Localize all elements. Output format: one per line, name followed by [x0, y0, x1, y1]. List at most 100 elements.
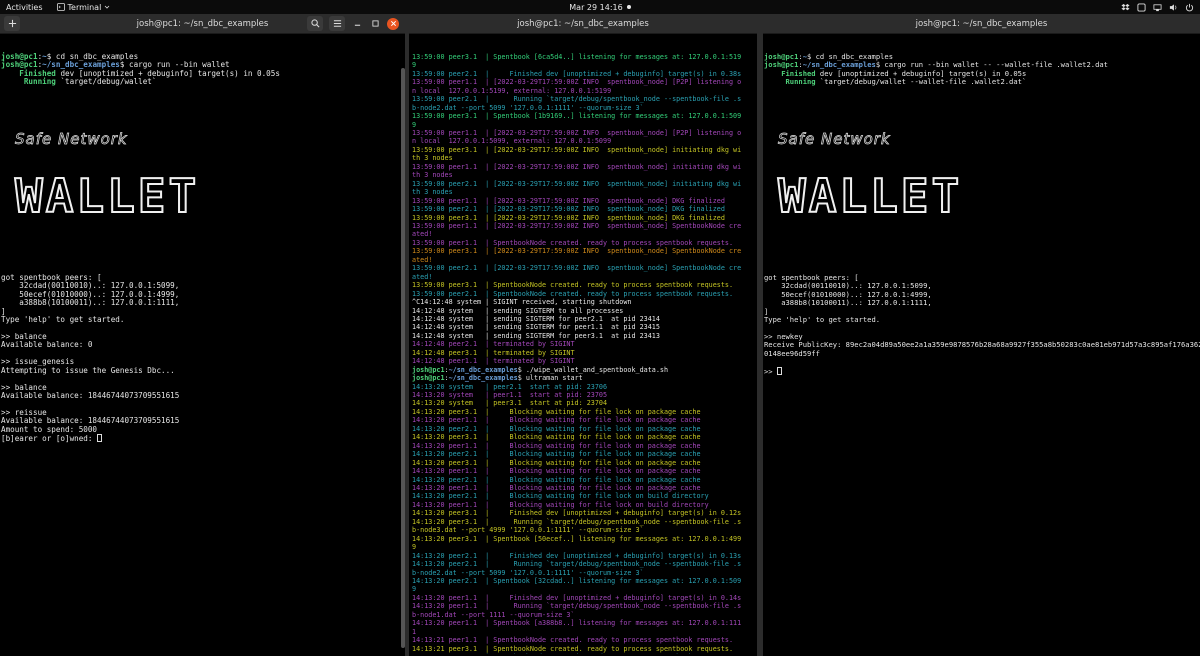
maximize-button[interactable] [369, 18, 381, 30]
terminal-text: 13:59:00 peer3.1 | [2022-03-29T17:59:00Z… [412, 213, 725, 222]
terminal-line: Amount to spend: 5000 [1, 424, 405, 434]
terminal-text: 14:13:20 system | peer3.1 start at pid: … [412, 399, 608, 408]
terminal-line: 14:13:20 peer2.1 | Blocking waiting for … [412, 476, 757, 484]
terminal-line: 14:13:20 peer1.1 | Blocking waiting for … [412, 501, 757, 509]
search-icon [310, 19, 319, 28]
terminal-text: Running [764, 77, 816, 87]
terminal-line: Running `target/debug/wallet --wallet-fi… [764, 78, 1200, 86]
terminal-window-left[interactable]: josh@pc1: ~/sn_dbc_examples josh@pc1:~$ … [0, 14, 405, 656]
terminal-line: 13:59:00 peer2.1 | [2022-03-29T17:59:00Z… [412, 180, 757, 188]
terminal-line: 13:59:00 peer3.1 | [2022-03-29T17:59:00Z… [412, 146, 757, 154]
terminal-text: Type 'help' to get started. [1, 314, 125, 324]
text-cursor [776, 366, 782, 375]
terminal-text: >> [764, 366, 777, 376]
terminal-text: a388b8(10100011)..: 127.0.0.1:1111, [1, 298, 180, 308]
terminal-line: b-node3.dat --port 4999 '127.0.0.1:1111'… [412, 526, 757, 534]
terminal-text: 14:13:21 peer1.1 | SpentbookNode created… [412, 636, 734, 645]
terminal-line: 13:59:00 peer3.1 | SpentbookNode created… [412, 281, 757, 289]
terminal-line: n local 127.0.0.1:5199, external: 127.0.… [412, 87, 757, 95]
terminal-line: josh@pc1:~/sn_dbc_examples$ ultraman sta… [412, 374, 757, 382]
terminal-line: 14:13:20 peer1.1 | Blocking waiting for … [412, 484, 757, 492]
terminal-text: Running [1, 77, 56, 87]
terminal-line: 1 [412, 628, 757, 636]
search-button[interactable] [307, 16, 323, 31]
chevron-down-icon [105, 5, 110, 9]
terminal-text: 14:13:20 peer3.1 | Spentbook [50ecef..] … [412, 534, 742, 543]
terminal-line: 14:13:20 peer3.1 | Blocking waiting for … [412, 433, 757, 441]
terminal-line: 14:13:20 peer3.1 | Finished dev [unoptim… [412, 509, 757, 517]
menu-button[interactable] [329, 16, 345, 31]
terminal-line: th 3 nodes [412, 188, 757, 196]
terminal-text: `target/debug/wallet --wallet-file .wall… [815, 77, 1027, 87]
terminal-line: 14:13:20 peer3.1 | Blocking waiting for … [412, 459, 757, 467]
terminal-line: 13:59:00 peer2.1 | [2022-03-29T17:59:00Z… [412, 264, 757, 272]
terminal-text: $ ./wipe_wallet_and_spentbook_data.sh [517, 365, 669, 374]
terminal-line: 13:59:00 peer1.1 | [2022-03-29T17:59:00Z… [412, 197, 757, 205]
terminal-text: 14:13:20 peer2.1 | Finished dev [unoptim… [412, 551, 742, 560]
terminal-line: 13:59:00 peer2.1 | Running `target/debug… [412, 95, 757, 103]
titlebar-middle[interactable]: josh@pc1: ~/sn_dbc_examples [409, 14, 757, 34]
terminal-text: 13:59:00 peer1.1 | [2022-03-29T17:59:00Z… [412, 221, 742, 230]
terminal-line: ated! [412, 273, 757, 281]
terminal-text: Amount to spend: 5000 [1, 424, 98, 434]
terminal-window-middle[interactable]: josh@pc1: ~/sn_dbc_examples 13:59:00 pee… [409, 14, 757, 656]
new-tab-button[interactable] [4, 16, 20, 31]
activities-button[interactable]: Activities [6, 3, 43, 12]
terminal-line: 14:13:20 system | peer3.1 start at pid: … [412, 399, 757, 407]
terminal-line: a388b8(10100011)..: 127.0.0.1:1111, [764, 298, 1200, 308]
terminal-text: 14:13:20 peer2.1 | Spentbook [32cdad..] … [412, 577, 742, 585]
terminal-text: 14:13:20 peer1.1 | Blocking waiting for … [412, 441, 701, 450]
terminal-output-right[interactable]: josh@pc1:~$ cd sn_dbc_examples josh@pc1:~… [763, 34, 1200, 654]
titlebar-left[interactable]: josh@pc1: ~/sn_dbc_examples [0, 14, 405, 34]
app-indicator-icon[interactable] [1137, 2, 1146, 12]
terminal-line: 13:59:00 peer2.1 | SpentbookNode created… [412, 290, 757, 298]
terminal-line: ^C14:12:48 system | SIGINT received, sta… [412, 298, 757, 306]
terminal-text: 14:12:48 system | sending SIGTERM for pe… [412, 314, 660, 323]
terminal-line: 13:59:00 peer2.1 | [2022-03-29T17:59:00Z… [412, 205, 757, 213]
maximize-icon [371, 20, 379, 27]
volume-icon[interactable] [1169, 3, 1178, 12]
app-menu[interactable]: Terminal [56, 3, 111, 12]
terminal-text: 13:59:00 peer1.1 | [2022-03-29T17:59:00Z… [412, 78, 742, 87]
terminal-line: Attempting to issue the Genesis Dbc... [1, 366, 405, 375]
terminal-line: Available balance: 0 [1, 341, 405, 349]
terminal-output-middle[interactable]: 13:59:00 peer3.1 | Spentbook [6ca5d4..] … [409, 34, 757, 654]
close-button[interactable] [387, 17, 399, 30]
terminal-text: 14:13:20 system | peer2.1 start at pid: … [412, 382, 608, 391]
clock[interactable]: Mar 29 14:16 [569, 3, 631, 12]
terminal-text: a388b8(10100011)..: 127.0.0.1:1111, [764, 298, 932, 308]
terminal-line: 14:13:20 peer1.1 | Spentbook [a388b8..] … [412, 619, 757, 627]
terminal-line: 13:59:00 peer3.1 | [2022-03-29T17:59:00Z… [412, 214, 757, 222]
terminal-text: 14:13:20 peer1.1 | Finished dev [unoptim… [412, 593, 742, 602]
terminal-text: th 3 nodes [412, 171, 453, 180]
power-icon[interactable] [1185, 3, 1194, 12]
terminal-line: josh@pc1:~/sn_dbc_examples$ ./wipe_walle… [412, 366, 757, 374]
terminal-line: th 3 nodes [412, 171, 757, 179]
terminal-text: ated! [412, 272, 433, 281]
terminal-text: 14:13:20 peer1.1 | Blocking waiting for … [412, 500, 709, 509]
terminal-text: josh@pc1 [412, 374, 445, 383]
terminal-text: 14:13:20 peer1.1 | Spentbook [a388b8..] … [412, 619, 742, 628]
terminal-line: 14:13:20 peer1.1 | Blocking waiting for … [412, 416, 757, 424]
system-tray[interactable] [1121, 0, 1194, 14]
terminal-text: 14:13:20 peer3.1 | Running `target/debug… [412, 517, 742, 526]
network-icon[interactable] [1153, 3, 1162, 12]
terminal-line: 14:13:20 system | peer1.1 start at pid: … [412, 391, 757, 399]
minimize-button[interactable] [351, 18, 363, 30]
titlebar-right[interactable]: josh@pc1: ~/sn_dbc_examples [763, 14, 1200, 34]
dropbox-icon[interactable] [1121, 3, 1130, 12]
terminal-line: 13:59:00 peer1.1 | [2022-03-29T17:59:00Z… [412, 163, 757, 171]
terminal-line: a388b8(10100011)..: 127.0.0.1:1111, [1, 298, 405, 308]
terminal-text: 13:59:00 peer2.1 | SpentbookNode created… [412, 289, 734, 298]
terminal-window-right[interactable]: josh@pc1: ~/sn_dbc_examples josh@pc1:~$ … [763, 14, 1200, 656]
terminal-text: b-node3.dat --port 4999 '127.0.0.1:1111'… [412, 526, 644, 535]
terminal-text: n local 127.0.0.1:5099, external: 127.0.… [412, 137, 612, 146]
terminal-icon [56, 3, 65, 11]
terminal-text: 14:13:20 peer2.1 | Blocking waiting for … [412, 424, 701, 433]
terminal-line: b-node2.dat --port 5099 '127.0.0.1:1111'… [412, 104, 757, 112]
terminal-text: 13:59:00 peer1.1 | [2022-03-29T17:59:00Z… [412, 128, 742, 137]
terminal-text: ated! [412, 255, 433, 264]
minimize-icon [354, 24, 360, 26]
terminal-output-left[interactable]: josh@pc1:~$ cd sn_dbc_examples josh@pc1:~… [0, 34, 405, 654]
terminal-line: 14:13:20 peer1.1 | Finished dev [unoptim… [412, 594, 757, 602]
